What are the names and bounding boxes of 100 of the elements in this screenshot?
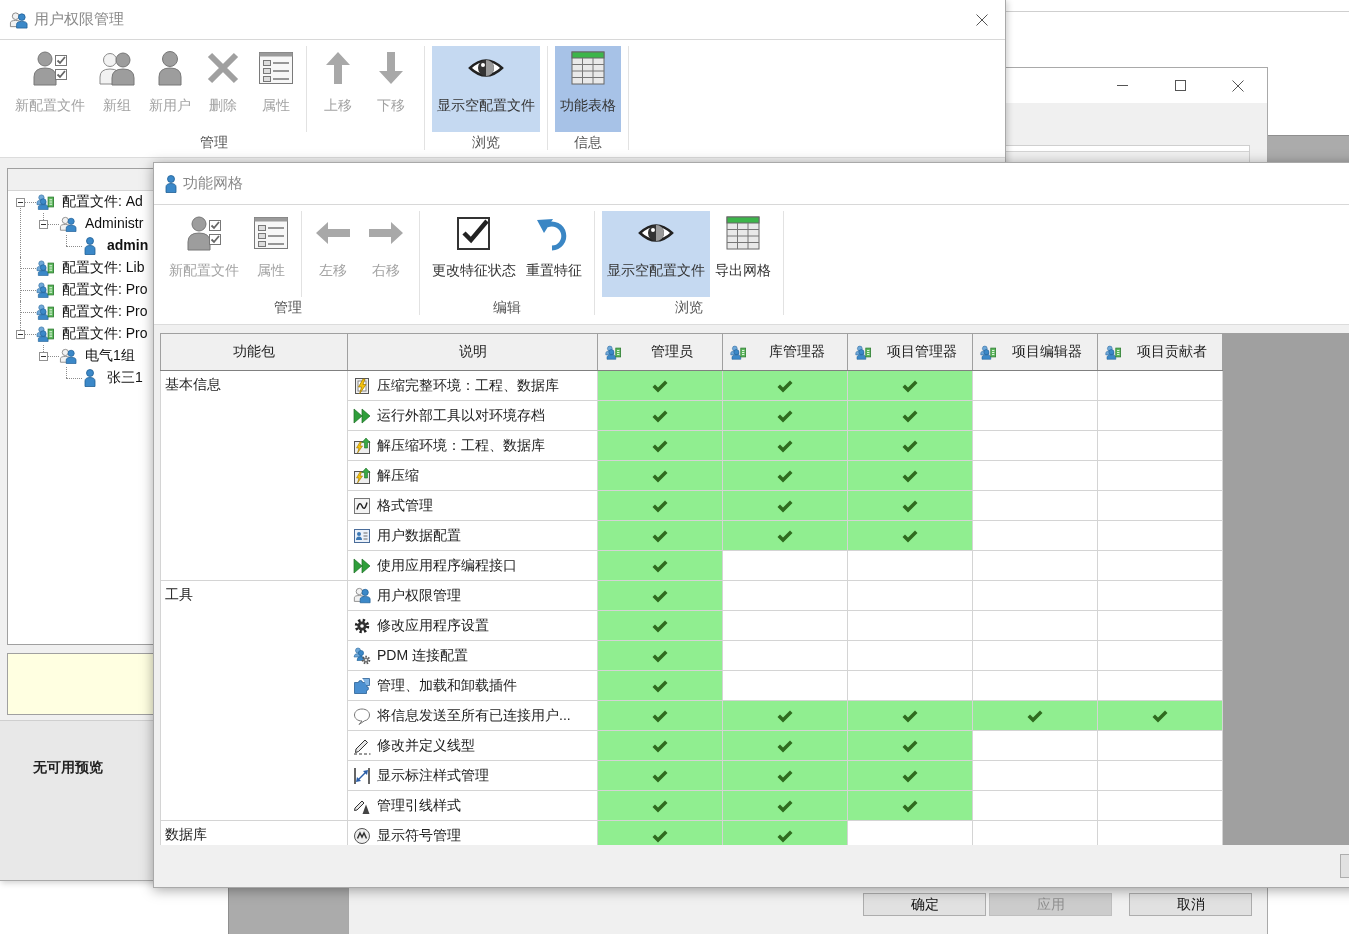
feature-name: PDM 连接配置	[377, 646, 468, 665]
fast-forward-icon	[353, 406, 371, 425]
tree-item[interactable]: 张三1	[107, 369, 143, 387]
feature-name: 压缩完整环境：工程、数据库	[377, 376, 559, 395]
check-icon	[777, 499, 793, 513]
check-icon	[652, 799, 668, 813]
profile-icon	[980, 344, 996, 360]
profile-icon	[36, 282, 54, 298]
check-icon	[652, 679, 668, 693]
profile-icon	[36, 260, 54, 276]
feature-name: 修改并定义线型	[377, 736, 475, 755]
dialog-button[interactable]: 确定	[863, 893, 986, 916]
toolbar-button[interactable]: 显示空配置文件	[602, 211, 710, 297]
two-people-icon	[59, 348, 77, 364]
tree-item[interactable]: 配置文件: Lib	[62, 259, 145, 277]
group-label: 浏览	[472, 134, 500, 150]
check-icon	[652, 439, 668, 453]
window-title: 功能网格	[183, 174, 243, 193]
check-icon	[652, 589, 668, 603]
person-icon	[84, 237, 96, 255]
dimension-icon	[353, 766, 371, 785]
curve-icon	[353, 496, 371, 515]
check-icon	[777, 799, 793, 813]
profile-icon	[36, 194, 54, 210]
check-icon	[652, 649, 668, 663]
check-icon	[652, 559, 668, 573]
form-list-icon	[257, 50, 294, 86]
check-icon	[902, 469, 918, 483]
feature-name: 显示标注样式管理	[377, 766, 489, 785]
group-label: 编辑	[493, 299, 521, 315]
check-icon	[652, 529, 668, 543]
person-icon	[84, 369, 96, 387]
check-icon	[652, 499, 668, 513]
person-checklist-icon	[186, 215, 222, 251]
tree-item[interactable]: admin	[107, 237, 149, 255]
cut-off-button[interactable]	[1340, 854, 1349, 878]
speech-bubble-icon	[353, 706, 371, 725]
id-card-icon	[353, 526, 371, 545]
check-icon	[777, 529, 793, 543]
check-icon	[902, 739, 918, 753]
feature-name: 管理引线样式	[377, 796, 461, 815]
gear-icon	[353, 616, 371, 635]
symbol-icon	[353, 826, 371, 845]
check-icon	[1152, 709, 1168, 723]
check-icon	[652, 829, 668, 843]
feature-name: 解压缩	[377, 466, 419, 485]
table-icon	[570, 50, 606, 86]
check-icon	[652, 619, 668, 633]
check-icon	[1027, 709, 1043, 723]
check-icon	[777, 769, 793, 783]
check-icon	[902, 709, 918, 723]
tree-item[interactable]: 配置文件: Pro	[62, 325, 148, 343]
tree-item[interactable]: 电气1组	[85, 347, 135, 365]
check-icon	[777, 829, 793, 843]
group-label: 管理	[274, 299, 302, 315]
box-arrow-icon	[353, 436, 371, 455]
dialog-button[interactable]: 取消	[1129, 893, 1252, 916]
toolbar-button[interactable]: 显示空配置文件	[432, 46, 540, 132]
profile-icon	[730, 344, 746, 360]
check-icon	[652, 379, 668, 393]
check-icon	[652, 409, 668, 423]
group-label: 管理	[199, 134, 228, 150]
feature-name: 格式管理	[377, 496, 433, 515]
profile-icon	[36, 326, 54, 342]
check-icon	[902, 769, 918, 783]
group-label: 浏览	[675, 299, 703, 315]
tree-item[interactable]: Administr	[85, 215, 144, 233]
tree-item[interactable]: 配置文件: Pro	[62, 281, 148, 299]
two-people-icon	[59, 216, 77, 232]
toolbar-button[interactable]: 更改特征状态	[427, 211, 521, 297]
two-people-icon	[98, 50, 135, 86]
toolbar-button[interactable]: 重置特征	[521, 211, 587, 297]
person-icon	[165, 174, 177, 193]
box-arrow-icon	[353, 466, 371, 485]
collapse-icon[interactable]	[16, 329, 25, 339]
feature-name: 显示符号管理	[377, 826, 461, 845]
feature-name: 解压缩环境：工程、数据库	[377, 436, 545, 455]
check-icon	[902, 499, 918, 513]
collapse-icon[interactable]	[16, 197, 25, 207]
window-title: 用户权限管理	[34, 10, 124, 29]
check-icon	[652, 739, 668, 753]
tree-item[interactable]: 配置文件: Pro	[62, 303, 148, 321]
collapse-icon[interactable]	[39, 351, 48, 361]
profile-icon	[605, 344, 621, 360]
toolbar-button[interactable]: 功能表格	[555, 46, 621, 132]
feature-name: 用户权限管理	[377, 586, 461, 605]
box-lightning-icon	[353, 376, 371, 395]
profile-icon	[1105, 344, 1121, 360]
check-icon	[777, 739, 793, 753]
category-name: 基本信息	[165, 376, 221, 392]
check-icon	[652, 469, 668, 483]
check-icon	[777, 409, 793, 423]
check-icon	[652, 709, 668, 723]
toolbar-button[interactable]: 导出网格	[710, 211, 776, 297]
users-gear-icon	[353, 646, 371, 665]
close-icon	[1232, 79, 1244, 92]
checkbox-icon	[456, 215, 492, 251]
collapse-icon[interactable]	[39, 219, 48, 229]
tree-item[interactable]: 配置文件: Ad	[62, 193, 143, 211]
check-icon	[902, 799, 918, 813]
